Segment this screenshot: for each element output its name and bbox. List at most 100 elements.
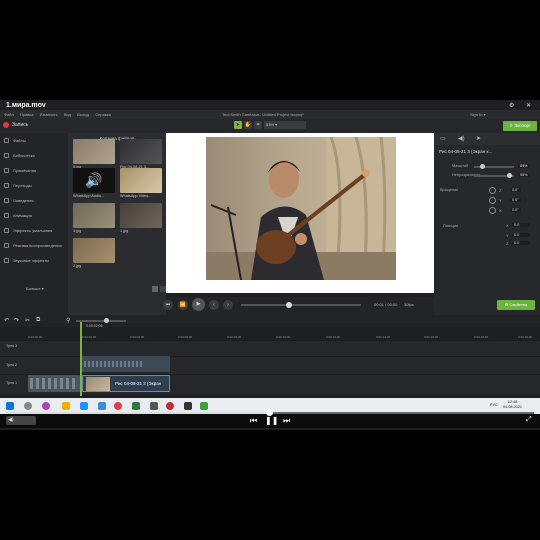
position-z-axis: Z bbox=[506, 242, 509, 246]
bin-item[interactable]: 3.jpg bbox=[73, 203, 115, 236]
cursor-effects-icon bbox=[4, 228, 9, 233]
opera-icon[interactable] bbox=[166, 402, 174, 410]
play-button[interactable]: ▶ bbox=[192, 298, 205, 311]
menu-exit[interactable]: Выход bbox=[77, 112, 89, 117]
sidebar-item-transitions[interactable]: Переходы bbox=[0, 178, 68, 193]
sidebar-item-animations[interactable]: Анимация bbox=[0, 208, 68, 223]
scale-value[interactable]: 89% bbox=[518, 164, 530, 168]
edge-icon[interactable] bbox=[80, 402, 88, 410]
taskbar-app-icon[interactable] bbox=[42, 402, 50, 410]
scrub-track[interactable] bbox=[241, 304, 361, 306]
sidebar-item-label: Поведения bbox=[13, 198, 34, 203]
close-icon[interactable]: ✕ bbox=[526, 102, 531, 109]
select-tool-button[interactable]: ➤ bbox=[234, 121, 242, 129]
opacity-value[interactable]: 95% bbox=[518, 173, 530, 177]
sidebar-footer: Больше ▾ + bbox=[0, 285, 78, 294]
undo-icon[interactable]: ↶ bbox=[4, 317, 9, 324]
menu-edit[interactable]: Правка bbox=[20, 112, 34, 117]
folder-icon[interactable] bbox=[62, 402, 70, 410]
opacity-slider-knob[interactable] bbox=[507, 173, 512, 178]
export-button[interactable]: ⇪ Экспорт bbox=[503, 121, 537, 131]
sidebar-item-media[interactable]: Файлы bbox=[0, 133, 68, 148]
scale-label: Масштаб bbox=[452, 164, 469, 168]
prev-frame-button[interactable]: ⏮ bbox=[163, 300, 173, 310]
volume-button[interactable]: ◀) bbox=[6, 416, 36, 425]
properties-button[interactable]: ⚙ Свойства bbox=[497, 300, 535, 310]
scrub-handle[interactable] bbox=[286, 302, 292, 308]
timeline-zoom-knob[interactable] bbox=[104, 318, 109, 323]
cut-icon[interactable]: ✂ bbox=[25, 317, 30, 324]
scale-slider-knob[interactable] bbox=[480, 164, 485, 169]
search-icon[interactable] bbox=[24, 402, 32, 410]
zoom-search-icon[interactable]: ⚲ bbox=[66, 317, 70, 324]
scale-slider[interactable] bbox=[474, 164, 514, 169]
menu-help[interactable]: Справка bbox=[95, 112, 111, 117]
next-marker-button[interactable]: › bbox=[223, 300, 233, 310]
pan-tool-button[interactable]: ✋ bbox=[244, 121, 252, 129]
bin-item[interactable]: 1.jpg bbox=[120, 203, 162, 236]
taskbar-app-icon[interactable] bbox=[98, 402, 106, 410]
rotation-y-value[interactable]: 0.0° bbox=[510, 198, 521, 202]
position-x-value[interactable]: 0.0 bbox=[512, 223, 530, 227]
timeline-zoom-slider[interactable] bbox=[76, 320, 126, 322]
menu-file[interactable]: Файл bbox=[4, 112, 14, 117]
sidebar-item-label: Эффекты умолчания bbox=[13, 228, 53, 233]
taskbar-clock[interactable]: 12:48 04.08.2021 bbox=[503, 400, 522, 410]
playhead[interactable] bbox=[80, 322, 82, 396]
sidebar-item-library[interactable]: Библиотека bbox=[0, 148, 68, 163]
player-progress-knob[interactable] bbox=[266, 409, 273, 416]
prev-marker-button[interactable]: ‹ bbox=[209, 300, 219, 310]
record-button[interactable]: Запись bbox=[3, 122, 28, 128]
timeline-clip-track1-b[interactable]: Рис 04-08-21 3 (Экран bbox=[82, 375, 170, 392]
sign-in-link[interactable]: Sign In ▾ bbox=[470, 112, 486, 117]
chrome-icon[interactable] bbox=[114, 402, 122, 410]
step-back-button[interactable]: ⏪ bbox=[178, 300, 188, 310]
fullscreen-icon[interactable]: ⤢ bbox=[526, 416, 532, 424]
pause-icon[interactable]: ❚❚ bbox=[265, 416, 278, 425]
rotation-x-dial[interactable] bbox=[489, 207, 496, 214]
sidebar-item-audio-effects[interactable]: Звуковые эффекты bbox=[0, 253, 68, 268]
properties-tabs bbox=[434, 133, 540, 145]
position-z-value[interactable]: 0.0 bbox=[512, 241, 530, 245]
position-y-value[interactable]: 0.0 bbox=[512, 233, 530, 237]
start-icon[interactable] bbox=[6, 402, 14, 410]
taskbar-app-icon[interactable] bbox=[150, 402, 158, 410]
rewind-icon[interactable]: ⏮ bbox=[250, 416, 257, 426]
sidebar-item-behaviors[interactable]: Поведения bbox=[0, 193, 68, 208]
rotation-y-dial[interactable] bbox=[489, 197, 496, 204]
menu-view[interactable]: Вид bbox=[64, 112, 71, 117]
bin-item[interactable]: 2.jpg bbox=[73, 238, 115, 271]
copy-icon[interactable]: ⧉ bbox=[36, 317, 40, 324]
crop-tool-button[interactable]: ⌗ bbox=[254, 121, 262, 129]
redo-icon[interactable]: ↷ bbox=[14, 317, 19, 324]
grid-view-icon[interactable] bbox=[152, 286, 158, 292]
clip-thumbnail bbox=[86, 377, 110, 391]
fast-forward-icon[interactable]: ⏭ bbox=[283, 416, 290, 426]
tab-visual[interactable]: ▭ bbox=[440, 135, 446, 142]
sidebar-item-playback-modes[interactable]: Режимы воспроизведения bbox=[0, 238, 68, 253]
more-button[interactable]: Больше ▾ bbox=[26, 286, 44, 291]
taskbar-app-icon[interactable] bbox=[132, 402, 140, 410]
rotation-z-dial[interactable] bbox=[489, 187, 496, 194]
selected-clip-name: Рис 04-08-21 3 (Экран к... bbox=[439, 149, 493, 154]
bin-item[interactable]: WhatsApp Video... bbox=[120, 168, 162, 201]
timeline-clip-track1-a[interactable] bbox=[28, 375, 80, 392]
timeline-clip-track2[interactable] bbox=[82, 356, 170, 372]
language-indicator[interactable]: РУС bbox=[490, 403, 498, 407]
opacity-slider[interactable] bbox=[474, 173, 514, 178]
video-frame bbox=[206, 137, 396, 280]
rotation-x-value[interactable]: 0.0° bbox=[510, 208, 521, 212]
tab-audio[interactable]: ◀) bbox=[458, 135, 465, 142]
rotation-z-value[interactable]: 0.0° bbox=[510, 188, 521, 192]
sidebar-item-annotations[interactable]: Примечания bbox=[0, 163, 68, 178]
timeline-tick: 0:00:04;00 bbox=[130, 335, 145, 339]
tab-cursor[interactable]: ➤ bbox=[476, 135, 481, 142]
menu-modify[interactable]: Изменить bbox=[40, 112, 58, 117]
settings-icon[interactable]: ⚙ bbox=[509, 102, 514, 109]
bin-item[interactable]: 🔊 WhatsApp Audio... bbox=[73, 168, 115, 201]
rotation-label: Вращение bbox=[440, 188, 459, 192]
sidebar-item-cursor-effects[interactable]: Эффекты умолчания bbox=[0, 223, 68, 238]
taskbar-app-icon[interactable] bbox=[184, 402, 192, 410]
camtasia-icon[interactable] bbox=[200, 402, 208, 410]
zoom-select[interactable]: 53% ▾ bbox=[264, 121, 306, 129]
